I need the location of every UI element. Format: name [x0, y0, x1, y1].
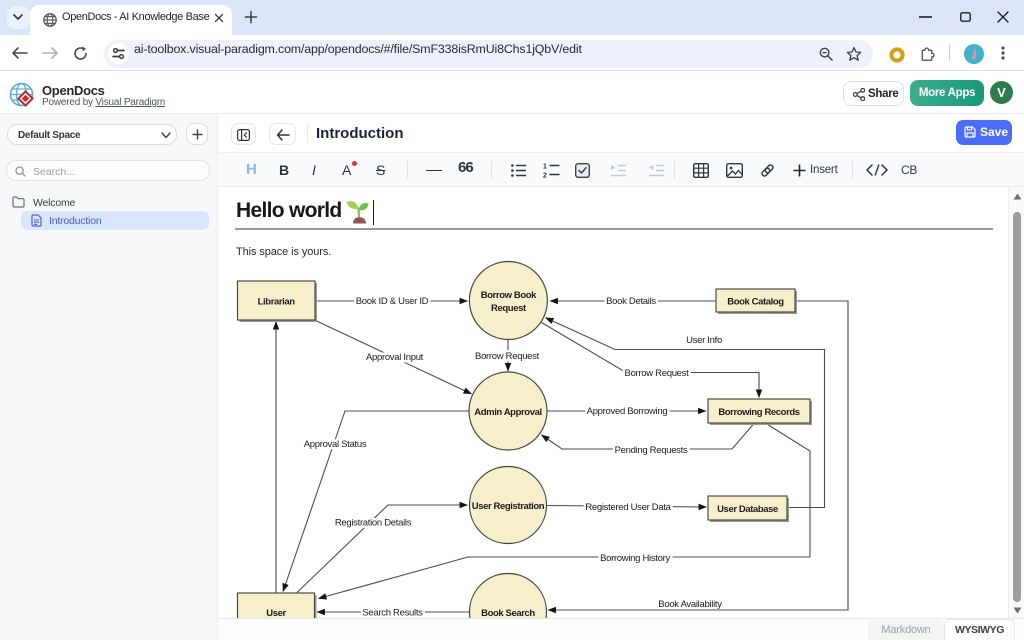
svg-text:User Registration: User Registration — [472, 501, 545, 512]
svg-text:Approval Status: Approval Status — [304, 439, 367, 450]
svg-text:Borrow Request: Borrow Request — [475, 351, 540, 362]
svg-text:2: 2 — [543, 173, 547, 179]
svg-text:Approval Input: Approval Input — [366, 352, 424, 363]
svg-text:Borrowing History: Borrowing History — [600, 553, 670, 564]
svg-text:User Database: User Database — [717, 504, 778, 515]
svg-text:Book ID & User ID: Book ID & User ID — [356, 296, 429, 307]
svg-text:Borrow Request: Borrow Request — [625, 368, 690, 379]
svg-text:Book Details: Book Details — [606, 296, 656, 307]
svg-text:Registration Details: Registration Details — [335, 518, 412, 529]
svg-text:1: 1 — [543, 164, 547, 171]
svg-text:Book Catalog: Book Catalog — [727, 297, 784, 308]
svg-text:Librarian: Librarian — [258, 297, 296, 308]
svg-text:User: User — [266, 608, 286, 618]
svg-text:Borrow Book: Borrow Book — [481, 290, 537, 301]
svg-text:Approved Borrowing: Approved Borrowing — [587, 406, 668, 417]
svg-text:User Info: User Info — [686, 335, 722, 346]
svg-text:Pending Requests: Pending Requests — [615, 445, 688, 456]
svg-text:Borrowing Records: Borrowing Records — [718, 407, 799, 418]
svg-text:Admin Approval: Admin Approval — [474, 407, 541, 418]
svg-text:Book Search: Book Search — [481, 608, 535, 618]
svg-text:Request: Request — [491, 303, 527, 314]
svg-text:Book Availability: Book Availability — [658, 599, 722, 610]
svg-text:Registered User Data: Registered User Data — [585, 502, 671, 513]
svg-text:Search Results: Search Results — [362, 608, 423, 619]
